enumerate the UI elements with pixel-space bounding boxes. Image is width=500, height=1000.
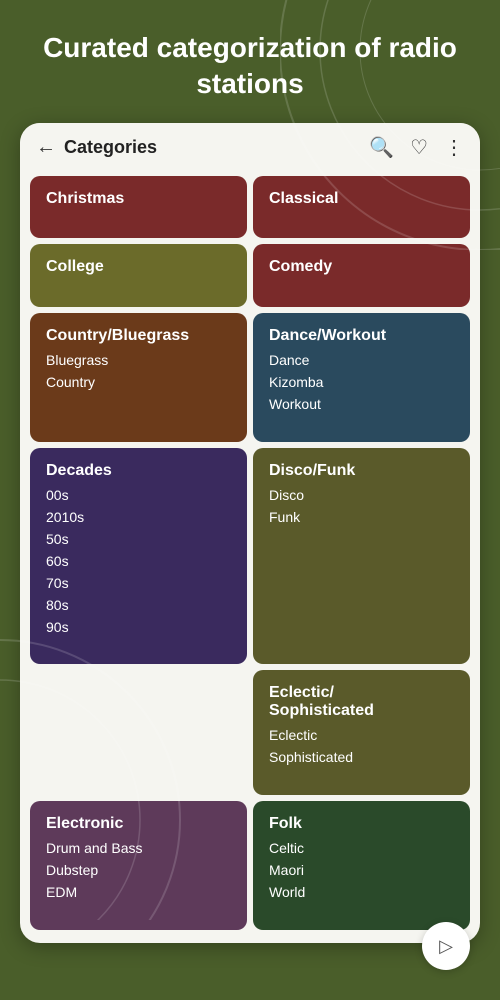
category-country-bluegrass[interactable]: Country/Bluegrass Bluegrass Country	[30, 313, 247, 442]
sub-item: Kizomba	[269, 371, 454, 393]
category-eclectic[interactable]: Eclectic/Sophisticated Eclectic Sophisti…	[253, 670, 470, 795]
sub-item: 90s	[46, 616, 231, 638]
sub-item: Workout	[269, 393, 454, 415]
category-label: Decades	[46, 462, 231, 480]
sub-item: 60s	[46, 550, 231, 572]
sub-item: Country	[46, 371, 231, 393]
categories-title: Categories	[64, 137, 157, 158]
category-label: Folk	[269, 815, 454, 833]
sub-item: Sophisticated	[269, 746, 454, 768]
page-title: Curated categorization of radio stations	[20, 30, 480, 103]
back-icon[interactable]: ←	[36, 136, 56, 159]
category-label: Electronic	[46, 815, 231, 833]
sub-item: Funk	[269, 506, 454, 528]
header-section: Curated categorization of radio stations	[0, 0, 500, 123]
category-dance-workout[interactable]: Dance/Workout Dance Kizomba Workout	[253, 313, 470, 442]
sub-item: Dubstep	[46, 859, 231, 881]
sub-item: Dance	[269, 349, 454, 371]
category-label: Eclectic/Sophisticated	[269, 684, 454, 720]
sub-item: 00s	[46, 484, 231, 506]
fab-button[interactable]: ▷	[422, 922, 470, 970]
sub-item: 70s	[46, 572, 231, 594]
category-label: Christmas	[46, 190, 231, 208]
category-college[interactable]: College	[30, 244, 247, 307]
category-disco-funk[interactable]: Disco/Funk Disco Funk	[253, 448, 470, 665]
category-christmas[interactable]: Christmas	[30, 176, 247, 239]
category-label: College	[46, 258, 231, 276]
sub-item: World	[269, 881, 454, 903]
category-label: Disco/Funk	[269, 462, 454, 480]
search-icon[interactable]: 🔍	[369, 135, 394, 160]
sub-item: Disco	[269, 484, 454, 506]
top-bar-right: 🔍 ♡ ⋮	[369, 135, 464, 160]
more-icon[interactable]: ⋮	[444, 135, 464, 160]
top-bar: ← Categories 🔍 ♡ ⋮	[20, 123, 480, 172]
sub-item: 80s	[46, 594, 231, 616]
sub-item: Eclectic	[269, 724, 454, 746]
sub-item: Drum and Bass	[46, 837, 231, 859]
category-classical[interactable]: Classical	[253, 176, 470, 239]
sub-item: Maori	[269, 859, 454, 881]
category-label: Dance/Workout	[269, 327, 454, 345]
phone-frame: ← Categories 🔍 ♡ ⋮ Christmas Classical C…	[20, 123, 480, 943]
categories-grid: Christmas Classical College Comedy Count…	[20, 172, 480, 940]
sub-item: 2010s	[46, 506, 231, 528]
category-folk[interactable]: Folk Celtic Maori World	[253, 801, 470, 930]
category-comedy[interactable]: Comedy	[253, 244, 470, 307]
category-label: Classical	[269, 190, 454, 208]
sub-item: EDM	[46, 881, 231, 903]
sub-item: Bluegrass	[46, 349, 231, 371]
category-decades[interactable]: Decades 00s 2010s 50s 60s 70s 80s 90s	[30, 448, 247, 665]
heart-icon[interactable]: ♡	[410, 135, 428, 160]
sub-item: Celtic	[269, 837, 454, 859]
category-electronic[interactable]: Electronic Drum and Bass Dubstep EDM	[30, 801, 247, 930]
sub-item: 50s	[46, 528, 231, 550]
fab-icon: ▷	[439, 936, 453, 957]
category-label: Comedy	[269, 258, 454, 276]
top-bar-left: ← Categories	[36, 136, 157, 159]
category-label: Country/Bluegrass	[46, 327, 231, 345]
